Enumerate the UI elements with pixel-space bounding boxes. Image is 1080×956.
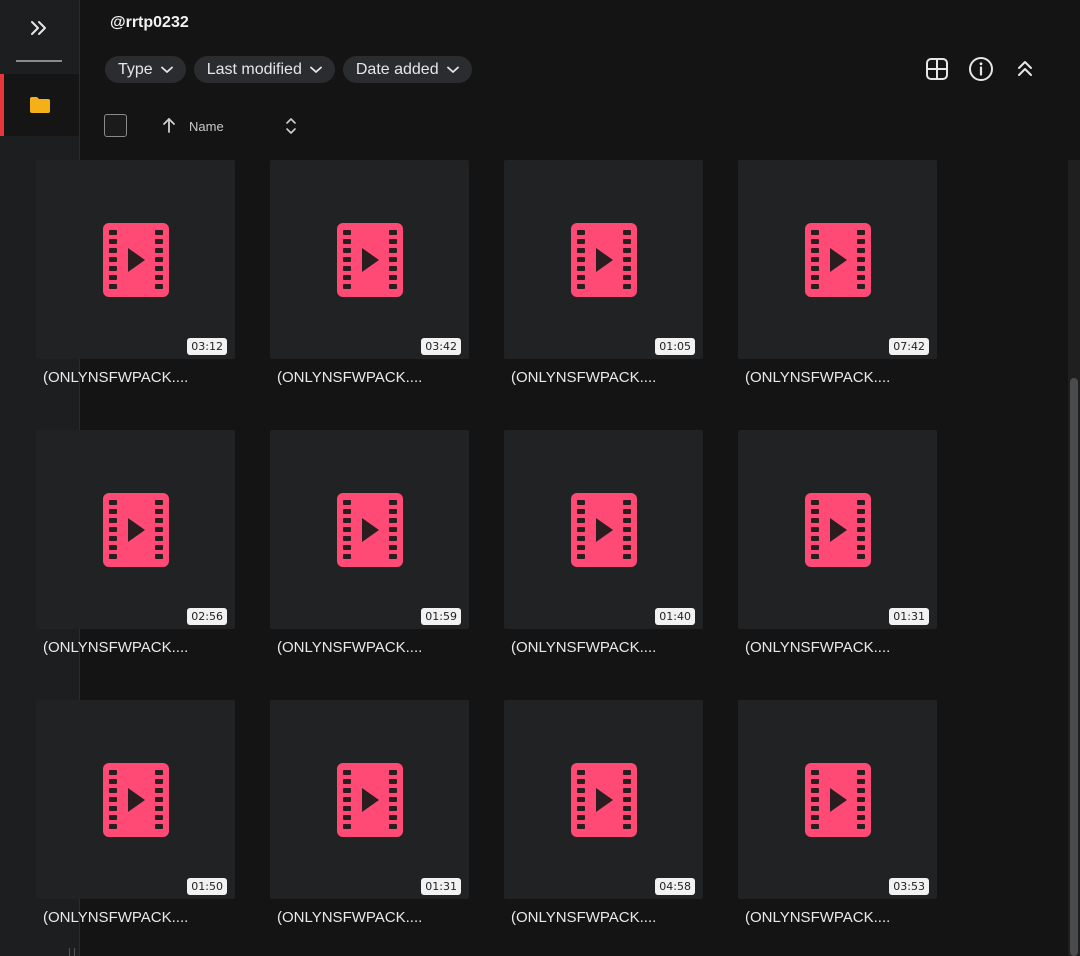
file-name: (ONLYNSFWPACK.... — [277, 639, 423, 656]
video-thumbnail: 01:05 — [504, 160, 703, 359]
sort-up-down-icon — [286, 118, 296, 134]
file-tile[interactable]: 03:42 (ONLYNSFWPACK.... — [270, 160, 469, 386]
collapse-button[interactable] — [1012, 55, 1038, 83]
file-tile[interactable]: 01:31 (ONLYNSFWPACK.... — [738, 430, 937, 656]
duration-badge: 07:42 — [889, 338, 929, 355]
video-file-icon — [102, 762, 169, 837]
video-file-icon — [804, 492, 871, 567]
sidebar-divider — [16, 60, 62, 62]
duration-badge: 01:05 — [655, 338, 695, 355]
file-name: (ONLYNSFWPACK.... — [511, 639, 657, 656]
file-name: (ONLYNSFWPACK.... — [43, 369, 189, 386]
sidebar-resize-handle[interactable] — [69, 948, 75, 956]
video-thumbnail: 01:31 — [270, 700, 469, 899]
video-file-icon — [336, 222, 403, 297]
video-file-icon — [804, 222, 871, 297]
file-name: (ONLYNSFWPACK.... — [745, 909, 891, 926]
file-tile[interactable]: 01:50 (ONLYNSFWPACK.... — [36, 700, 235, 926]
list-header: Name — [104, 113, 304, 139]
video-file-icon — [102, 492, 169, 567]
scrollbar-thumb[interactable] — [1070, 378, 1078, 956]
file-name: (ONLYNSFWPACK.... — [277, 369, 423, 386]
video-thumbnail: 03:53 — [738, 700, 937, 899]
filter-type-dropdown[interactable]: Type — [105, 56, 186, 83]
video-thumbnail: 07:42 — [738, 160, 937, 359]
file-name: (ONLYNSFWPACK.... — [43, 909, 189, 926]
view-toolbar — [924, 55, 1038, 83]
select-all-checkbox[interactable] — [104, 114, 127, 137]
info-button[interactable] — [968, 55, 994, 83]
file-name: (ONLYNSFWPACK.... — [511, 909, 657, 926]
duration-badge: 03:42 — [421, 338, 461, 355]
grid-view-icon — [926, 58, 948, 80]
sidebar-item-folder[interactable] — [0, 74, 79, 136]
file-tile[interactable]: 03:12 (ONLYNSFWPACK.... — [36, 160, 235, 386]
info-icon — [969, 57, 993, 81]
file-name: (ONLYNSFWPACK.... — [277, 909, 423, 926]
file-tile[interactable]: 01:40 (ONLYNSFWPACK.... — [504, 430, 703, 656]
video-thumbnail: 01:40 — [504, 430, 703, 629]
video-file-icon — [804, 762, 871, 837]
filter-last-modified-dropdown[interactable]: Last modified — [193, 56, 335, 83]
collapse-up-icon — [1018, 61, 1032, 76]
chevron-down-icon — [160, 66, 173, 73]
video-file-icon — [570, 762, 637, 837]
folder-icon — [29, 97, 50, 113]
duration-badge: 01:31 — [421, 878, 461, 895]
expand-sidebar-button[interactable] — [16, 10, 62, 46]
chevron-down-icon — [309, 66, 322, 73]
video-file-icon — [336, 762, 403, 837]
video-thumbnail: 01:31 — [738, 430, 937, 629]
video-file-icon — [570, 222, 637, 297]
video-file-icon — [336, 492, 403, 567]
sort-direction-button[interactable] — [162, 117, 176, 138]
video-file-icon — [102, 222, 169, 297]
file-grid: 03:12 (ONLYNSFWPACK.... 03:42 (ONLYNSFWP… — [36, 160, 946, 926]
duration-badge: 04:58 — [655, 878, 695, 895]
file-name: (ONLYNSFWPACK.... — [745, 369, 891, 386]
filter-bar: Type Last modified Date added — [105, 56, 472, 83]
file-tile[interactable]: 07:42 (ONLYNSFWPACK.... — [738, 160, 937, 386]
filter-label: Date added — [355, 60, 439, 78]
duration-badge: 02:56 — [187, 608, 227, 625]
active-indicator — [0, 74, 4, 136]
duration-badge: 01:50 — [187, 878, 227, 895]
filter-label: Last modified — [206, 60, 302, 78]
sort-toggle-button[interactable] — [285, 116, 297, 141]
video-thumbnail: 04:58 — [504, 700, 703, 899]
file-tile[interactable]: 04:58 (ONLYNSFWPACK.... — [504, 700, 703, 926]
video-file-icon — [570, 492, 637, 567]
column-name-header[interactable]: Name — [189, 119, 224, 134]
grid-view-button[interactable] — [924, 55, 950, 83]
file-tile[interactable]: 01:31 (ONLYNSFWPACK.... — [270, 700, 469, 926]
file-name: (ONLYNSFWPACK.... — [745, 639, 891, 656]
video-thumbnail: 03:12 — [36, 160, 235, 359]
file-tile[interactable]: 02:56 (ONLYNSFWPACK.... — [36, 430, 235, 656]
duration-badge: 01:40 — [655, 608, 695, 625]
double-chevron-right-icon — [31, 21, 46, 35]
file-name: (ONLYNSFWPACK.... — [511, 369, 657, 386]
duration-badge: 03:53 — [889, 878, 929, 895]
video-thumbnail: 02:56 — [36, 430, 235, 629]
file-name: (ONLYNSFWPACK.... — [43, 639, 189, 656]
video-thumbnail: 01:50 — [36, 700, 235, 899]
duration-badge: 03:12 — [187, 338, 227, 355]
duration-badge: 01:31 — [889, 608, 929, 625]
file-tile[interactable]: 01:59 (ONLYNSFWPACK.... — [270, 430, 469, 656]
arrow-up-icon — [163, 118, 175, 133]
video-thumbnail: 03:42 — [270, 160, 469, 359]
filter-label: Type — [118, 60, 153, 78]
filter-date-added-dropdown[interactable]: Date added — [342, 56, 472, 83]
file-tile[interactable]: 01:05 (ONLYNSFWPACK.... — [504, 160, 703, 386]
file-tile[interactable]: 03:53 (ONLYNSFWPACK.... — [738, 700, 937, 926]
page-title: @rrtp0232 — [110, 14, 189, 31]
duration-badge: 01:59 — [421, 608, 461, 625]
video-thumbnail: 01:59 — [270, 430, 469, 629]
chevron-down-icon — [446, 66, 459, 73]
